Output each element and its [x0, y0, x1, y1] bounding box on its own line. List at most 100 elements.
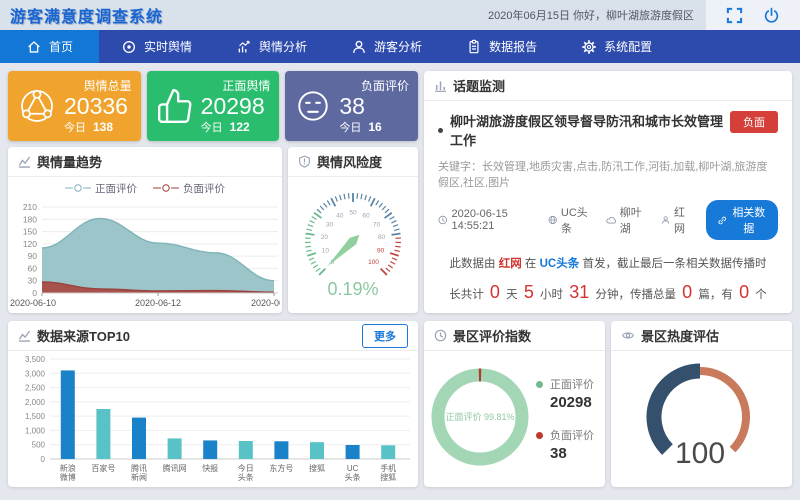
fullscreen-icon[interactable] — [726, 7, 743, 24]
legend-item-negative: 负面评价 38 — [536, 427, 599, 462]
author-highlight: 红网 — [499, 258, 522, 270]
legend-item: 正面评价 — [65, 181, 137, 196]
legend-dot — [536, 381, 543, 388]
panel-title: 舆情量趋势 — [37, 152, 102, 171]
panel-title: 舆情风险度 — [317, 152, 382, 171]
cloud-icon — [606, 214, 616, 226]
panel-title: 数据来源TOP10 — [37, 326, 130, 345]
source-highlight: UC头条 — [540, 258, 580, 270]
nav-item-report[interactable]: 数据报告 — [444, 30, 559, 63]
svg-text:60: 60 — [28, 263, 38, 273]
svg-text:今日头条: 今日头条 — [238, 463, 254, 482]
svg-text:60: 60 — [363, 213, 371, 220]
hours-number: 5 — [521, 282, 537, 302]
svg-text:150: 150 — [23, 227, 37, 237]
related-data-button[interactable]: 相关数据 — [706, 200, 778, 240]
bullet-dot — [438, 128, 443, 133]
nav-item-home[interactable]: 首页 — [0, 30, 99, 63]
bar-chart-icon — [434, 79, 447, 92]
topic-author: 红网 — [661, 204, 691, 236]
svg-text:2,000: 2,000 — [25, 398, 46, 407]
topic-headline[interactable]: 柳叶湖旅游度假区领导督导防汛和城市长效管理工作 — [438, 111, 730, 149]
svg-text:500: 500 — [32, 441, 46, 450]
shield-icon — [298, 155, 311, 168]
eye-icon — [621, 329, 635, 342]
greeting-text: 2020年06月15日 你好，柳叶湖旅游度假区 — [488, 7, 694, 23]
stat-value: 38 — [339, 94, 409, 119]
stat-cards: 舆情总量 20336 今日138 正面舆情 20298 今日122 — [8, 71, 418, 141]
donut-legend: 正面评价 20298 负面评价 38 — [536, 376, 605, 462]
svg-text:东方号: 东方号 — [269, 463, 293, 473]
more-button[interactable]: 更多 — [362, 324, 408, 348]
legend-value: 38 — [550, 445, 599, 462]
minutes-number: 31 — [566, 282, 592, 302]
svg-text:2,500: 2,500 — [25, 384, 46, 393]
meh-face-icon — [294, 87, 332, 125]
heat-gauge-chart: 100 — [611, 351, 792, 487]
nav-item-realtime[interactable]: 实时舆情 — [99, 30, 214, 63]
clipboard-icon — [466, 39, 482, 55]
nav-item-analysis[interactable]: 舆情分析 — [214, 30, 329, 63]
svg-text:0: 0 — [41, 455, 46, 464]
person-icon — [351, 39, 367, 55]
svg-text:2020-06-10: 2020-06-10 — [10, 298, 56, 308]
nav-item-visitor[interactable]: 游客分析 — [329, 30, 444, 63]
svg-text:90: 90 — [377, 247, 385, 254]
top-bar: 游客满意度调查系统 2020年06月15日 你好，柳叶湖旅游度假区 — [0, 0, 800, 30]
gear-icon — [581, 39, 597, 55]
nav-label: 系统配置 — [604, 38, 652, 55]
trend-legend: 正面评价 负面评价 — [8, 177, 282, 199]
svg-text:腾讯网: 腾讯网 — [163, 463, 187, 473]
spread-number: 0 — [679, 282, 695, 302]
globe-icon — [548, 214, 557, 226]
nav-label: 数据报告 — [489, 38, 537, 55]
evaluation-panel: 景区评价指数 正面评价 99.81% 正面评价 20298 负面评价 38 — [424, 321, 605, 487]
svg-text:腾讯新闻: 腾讯新闻 — [131, 463, 147, 482]
clock-icon — [434, 329, 447, 342]
trend-icon — [18, 329, 31, 342]
svg-text:3,000: 3,000 — [25, 369, 46, 378]
nav-item-settings[interactable]: 系统配置 — [559, 30, 674, 63]
svg-text:20: 20 — [321, 234, 329, 241]
today-label: 今日 — [64, 119, 86, 135]
today-label: 今日 — [339, 119, 361, 135]
trend-chart: 03060901201501802102020-06-102020-06-122… — [8, 199, 282, 309]
power-icon[interactable] — [763, 7, 780, 24]
main-nav: 首页 实时舆情 舆情分析 游客分析 数据报告 系统配置 — [0, 30, 800, 63]
today-value: 16 — [368, 120, 381, 134]
user-icon — [661, 214, 670, 226]
topbar-actions — [706, 0, 800, 30]
topic-panel: 话题监测 柳叶湖旅游度假区领导督导防汛和城市长效管理工作 负面 关键字：长效管理… — [424, 71, 792, 313]
stat-card-negative: 负面评价 38 今日 16 — [285, 71, 418, 141]
svg-text:50: 50 — [349, 210, 357, 217]
stat-label: 负面评价 — [339, 77, 409, 94]
comments-number: 0 — [736, 282, 752, 302]
thumbs-up-icon — [156, 87, 194, 125]
topic-keywords: 关键字：长效管理,地质灾害,点击,防汛工作,河街,加载,柳叶湖,旅游度假区,社区… — [438, 158, 778, 190]
topic-summary: 此数据由 红网 在 UC头条 首发，截止最后一条相关数据传播时长共计 0 天 5… — [438, 253, 778, 313]
svg-text:UC头条: UC头条 — [345, 464, 361, 482]
legend-dot — [536, 432, 543, 439]
stat-label: 正面舆情 — [201, 77, 271, 94]
top10-panel: 数据来源TOP10 更多 05001,0001,5002,0002,5003,0… — [8, 321, 418, 487]
svg-text:40: 40 — [336, 213, 344, 220]
svg-text:100: 100 — [368, 259, 379, 266]
svg-text:手机搜狐: 手机搜狐 — [380, 463, 396, 482]
chart-bars-icon — [236, 39, 252, 55]
svg-text:10: 10 — [322, 247, 330, 254]
target-icon — [121, 39, 137, 55]
today-label: 今日 — [201, 119, 223, 135]
svg-text:3,500: 3,500 — [25, 355, 46, 364]
nav-label: 游客分析 — [374, 38, 422, 55]
svg-text:70: 70 — [373, 221, 381, 228]
heat-panel: 景区热度评估 100 — [611, 321, 792, 487]
panel-title: 景区热度评估 — [641, 326, 719, 345]
link-icon — [718, 215, 727, 226]
days-number: 0 — [487, 282, 503, 302]
stat-label: 舆情总量 — [64, 77, 132, 94]
evaluation-donut-chart: 正面评价 99.81% — [424, 351, 536, 487]
svg-text:搜狐: 搜狐 — [309, 463, 325, 473]
legend-item: 负面评价 — [153, 181, 225, 196]
topic-time: 2020-06-15 14:55:21 — [438, 208, 533, 232]
svg-text:2020-06-12: 2020-06-12 — [135, 298, 181, 308]
